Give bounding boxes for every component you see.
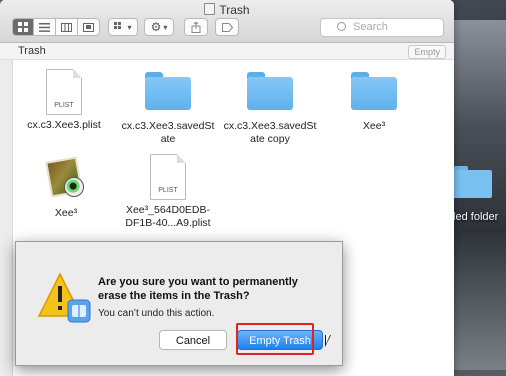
window-title: Trash xyxy=(219,3,250,17)
file-name: Xee³ xyxy=(362,120,386,132)
file-item[interactable]: cx.c3.Xee3.savedSt ate xyxy=(120,72,216,146)
file-item[interactable]: PLIST Xee³_564D0EDB-DF1B-40...A9.plist xyxy=(120,154,216,230)
plist-file-icon: PLIST xyxy=(150,154,186,200)
search-icon xyxy=(337,22,346,31)
dialog-title: Are you sure you want to permanently era… xyxy=(98,276,298,302)
plist-badge: PLIST xyxy=(158,187,178,194)
dialog-message: You can’t undo this action. xyxy=(98,308,215,319)
mouse-cursor-icon xyxy=(325,335,331,347)
search-placeholder: Search xyxy=(353,21,388,33)
view-switcher xyxy=(12,18,100,36)
grid-icon xyxy=(114,22,122,29)
search-field[interactable]: Search xyxy=(320,18,444,37)
share-button[interactable] xyxy=(184,18,208,36)
cancel-button[interactable]: Cancel xyxy=(159,330,227,350)
chevron-down-icon: ▾ xyxy=(127,22,132,32)
warning-icon xyxy=(37,272,92,324)
list-view-icon xyxy=(39,22,50,32)
chevron-down-icon: ▾ xyxy=(163,22,168,32)
column-view-button[interactable] xyxy=(56,18,78,36)
folder-icon xyxy=(145,72,191,110)
file-item[interactable]: Xee³ xyxy=(18,156,114,220)
file-item[interactable]: PLIST cx.c3.Xee3.plist xyxy=(16,69,112,132)
trash-title-icon xyxy=(204,3,216,15)
cover-flow-icon xyxy=(83,22,94,32)
column-view-icon xyxy=(61,22,72,32)
location-label: Trash xyxy=(18,45,46,57)
icon-view-button[interactable] xyxy=(12,18,34,36)
file-item[interactable]: cx.c3.Xee3.savedSt ate copy xyxy=(222,72,318,146)
cover-flow-view-button[interactable] xyxy=(78,18,100,36)
desktop-folder-label[interactable]: tled folder xyxy=(450,211,498,223)
file-name: Xee³_564D0EDB-DF1B-40...A9.plist xyxy=(125,204,211,229)
sidebar-gutter xyxy=(0,60,13,376)
plist-file-icon: PLIST xyxy=(46,69,82,115)
xee-app-icon xyxy=(44,156,88,201)
path-bar: Trash Empty xyxy=(0,43,454,60)
empty-trash-button[interactable]: Empty Trash xyxy=(237,330,323,350)
list-view-button[interactable] xyxy=(34,18,56,36)
window-title-area: Trash xyxy=(0,3,454,17)
folder-icon xyxy=(351,72,397,110)
titlebar: Trash ▾ ⚙ ▾ Search xyxy=(0,0,454,43)
folder-icon xyxy=(247,72,293,110)
confirm-dialog: Are you sure you want to permanently era… xyxy=(15,241,343,366)
share-icon xyxy=(191,21,201,33)
file-name: Xee³ xyxy=(54,207,78,219)
file-name: cx.c3.Xee3.savedSt ate copy xyxy=(223,120,317,145)
file-item[interactable]: Xee³ xyxy=(326,72,422,133)
tag-icon xyxy=(221,22,233,32)
plist-badge: PLIST xyxy=(54,102,74,109)
file-name: cx.c3.Xee3.savedSt ate xyxy=(121,120,215,145)
empty-button[interactable]: Empty xyxy=(408,45,446,59)
desktop-folder-icon[interactable] xyxy=(452,166,492,198)
file-name: cx.c3.Xee3.plist xyxy=(27,119,101,131)
action-button[interactable]: ⚙ ▾ xyxy=(144,18,174,36)
arrange-button[interactable]: ▾ xyxy=(108,18,138,36)
grid-view-icon xyxy=(18,22,28,32)
gear-icon: ⚙ xyxy=(150,20,162,34)
tag-button[interactable] xyxy=(215,18,239,36)
